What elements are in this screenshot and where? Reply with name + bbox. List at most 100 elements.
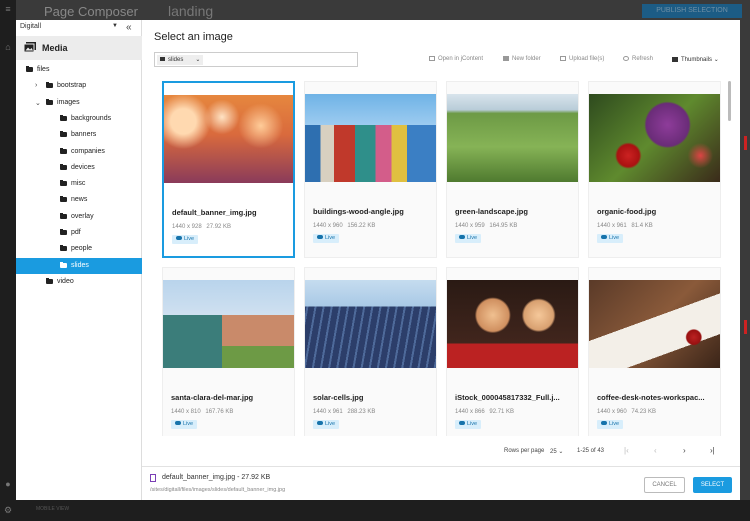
tree-item-label: devices [71, 163, 95, 171]
cloud-icon [601, 421, 607, 425]
image-card[interactable]: buildings-wood-angle.jpg 1440 x 960 156.2… [304, 81, 437, 258]
tree-item-backgrounds[interactable]: backgrounds [16, 111, 142, 127]
folder-icon [26, 66, 33, 72]
tree-item-overlay[interactable]: overlay [16, 209, 142, 225]
select-button[interactable]: SELECT [693, 477, 732, 493]
image-name: solar-cells.jpg [313, 393, 364, 402]
upload-icon [560, 56, 566, 61]
image-card[interactable]: green-landscape.jpg 1440 x 959 164.95 KB L… [446, 81, 579, 258]
site-select-value: Digitall [20, 23, 42, 30]
image-dimensions: 1440 x 928 [172, 224, 202, 230]
tree-item-images[interactable]: ⌄ images [16, 95, 142, 111]
previous-page-icon[interactable]: ‹ [654, 446, 657, 455]
image-size: 92.71 KB [489, 409, 515, 415]
image-name: iStock_000045817332_Full.j... [455, 393, 560, 402]
mobile-view-label: MOBILE VIEW [36, 506, 70, 512]
tree-item-label: pdf [71, 229, 81, 236]
rows-per-page-select[interactable]: 25 ⌄ [550, 448, 563, 455]
menu-icon[interactable]: ≡ [3, 4, 13, 14]
image-thumbnail [163, 280, 294, 368]
path-search-input[interactable]: slides ⌄ [154, 52, 358, 67]
cloud-icon [317, 235, 323, 239]
tree-item-label: news [71, 196, 88, 204]
image-dimensions: 1440 x 961 [597, 223, 627, 229]
view-mode-select[interactable]: Thumbnails ⌄ [672, 56, 719, 63]
image-dimensions: 1440 x 959 [455, 223, 485, 229]
tree-item-news[interactable]: news [16, 192, 142, 208]
cloud-icon [459, 421, 465, 425]
chevron-down-icon[interactable]: ⌄ [35, 99, 43, 107]
tree-item-companies[interactable]: companies [16, 144, 142, 160]
image-meta: 1440 x 961 288.23 KB [313, 409, 375, 415]
tree-item-label: images [57, 98, 80, 106]
page-name: landing [168, 3, 214, 19]
image-card[interactable]: santa-clara-del-mar.jpg 1440 x 810 167.76… [162, 267, 295, 436]
folder-icon [60, 147, 67, 154]
tree-item-label: banners [71, 131, 97, 139]
tree-item-misc[interactable]: misc [16, 176, 142, 192]
folder-icon [60, 245, 67, 252]
view-mode-label: Thumbnails [681, 57, 713, 63]
chevron-down-icon: ⌄ [195, 57, 201, 63]
site-selector-row: Digitall ▼ « [16, 20, 142, 36]
cloud-icon [459, 235, 465, 239]
image-dimensions: 1440 x 810 [171, 409, 201, 415]
image-card[interactable]: default_banner_img.jpg 1440 x 928 27.92 K… [162, 81, 295, 258]
next-page-icon[interactable]: › [683, 446, 686, 455]
home-icon[interactable]: ⌂ [3, 42, 13, 52]
image-grid: default_banner_img.jpg 1440 x 928 27.92 K… [162, 81, 728, 436]
breadcrumb-chip[interactable]: slides ⌄ [157, 55, 204, 65]
tree-item-bootstrap[interactable]: › bootstrap [16, 78, 142, 94]
site-select[interactable]: Digitall ▼ [20, 23, 118, 34]
tree-item-people[interactable]: people [16, 241, 142, 257]
tree-item-video[interactable]: video [16, 274, 142, 290]
edit-marker [744, 136, 747, 150]
chevron-down-icon: ⌄ [713, 57, 719, 63]
status-label: Live [325, 421, 336, 427]
status-label: Live [467, 235, 478, 241]
tree-item-devices[interactable]: devices [16, 160, 142, 176]
user-icon[interactable]: ● [3, 479, 13, 489]
image-card[interactable]: solar-cells.jpg 1440 x 961 288.23 KB Live [304, 267, 437, 436]
refresh-button[interactable]: Refresh [623, 56, 653, 62]
image-card[interactable]: iStock_000045817332_Full.j... 1440 x 866 … [446, 267, 579, 436]
tree-item-banners[interactable]: banners [16, 127, 142, 143]
cloud-icon [175, 421, 181, 425]
tree-item-slides[interactable]: slides [16, 257, 142, 274]
status-badge: Live [597, 420, 624, 429]
tree-item-pdf[interactable]: pdf [16, 225, 142, 241]
collapse-sidebar-icon[interactable]: « [126, 22, 132, 33]
image-card[interactable]: organic-food.jpg 1440 x 961 81.4 KB Live [588, 81, 721, 258]
selected-file-name: default_banner_img.jpg [162, 474, 236, 481]
image-size: 81.4 KB [631, 223, 653, 229]
image-meta: 1440 x 866 92.71 KB [455, 409, 514, 415]
chevron-right-icon[interactable]: › [35, 82, 43, 89]
new-folder-button[interactable]: New folder [503, 56, 541, 62]
media-section-header: Media [16, 36, 142, 60]
refresh-label: Refresh [632, 56, 654, 62]
image-thumbnail [164, 95, 293, 183]
cancel-button[interactable]: CANCEL [644, 477, 685, 493]
image-card[interactable]: coffee-desk-notes-workspac... 1440 x 960 … [588, 267, 721, 436]
first-page-icon[interactable]: |‹ [624, 446, 629, 455]
dialog-title: Select an image [154, 31, 233, 43]
tree-item-label: slides [71, 261, 89, 269]
publish-selection-button[interactable]: PUBLISH SELECTION [642, 4, 742, 18]
last-page-icon[interactable]: ›| [710, 446, 715, 455]
gear-icon[interactable]: ⚙ [3, 505, 13, 515]
folder-icon [60, 163, 67, 170]
edit-marker [744, 320, 747, 334]
grid-view-icon [672, 57, 678, 62]
image-thumbnail [447, 280, 578, 368]
grid-scrollbar[interactable] [728, 81, 731, 121]
app-right-edge [740, 20, 750, 500]
open-in-jcontent-button[interactable]: Open in jContent [429, 56, 483, 62]
selected-file-path: /sites/digitall/files/images/slides/defa… [150, 487, 286, 493]
tree-item-files[interactable]: files [16, 62, 142, 78]
image-size: 167.76 KB [205, 409, 234, 415]
rows-per-page-label: Rows per page [504, 448, 545, 454]
new-folder-label: New folder [512, 56, 541, 62]
selection-footer: default_banner_img.jpg - 27.92 KB /sites… [142, 466, 740, 500]
upload-files-button[interactable]: Upload file(s) [560, 56, 604, 62]
status-badge: Live [313, 420, 340, 429]
